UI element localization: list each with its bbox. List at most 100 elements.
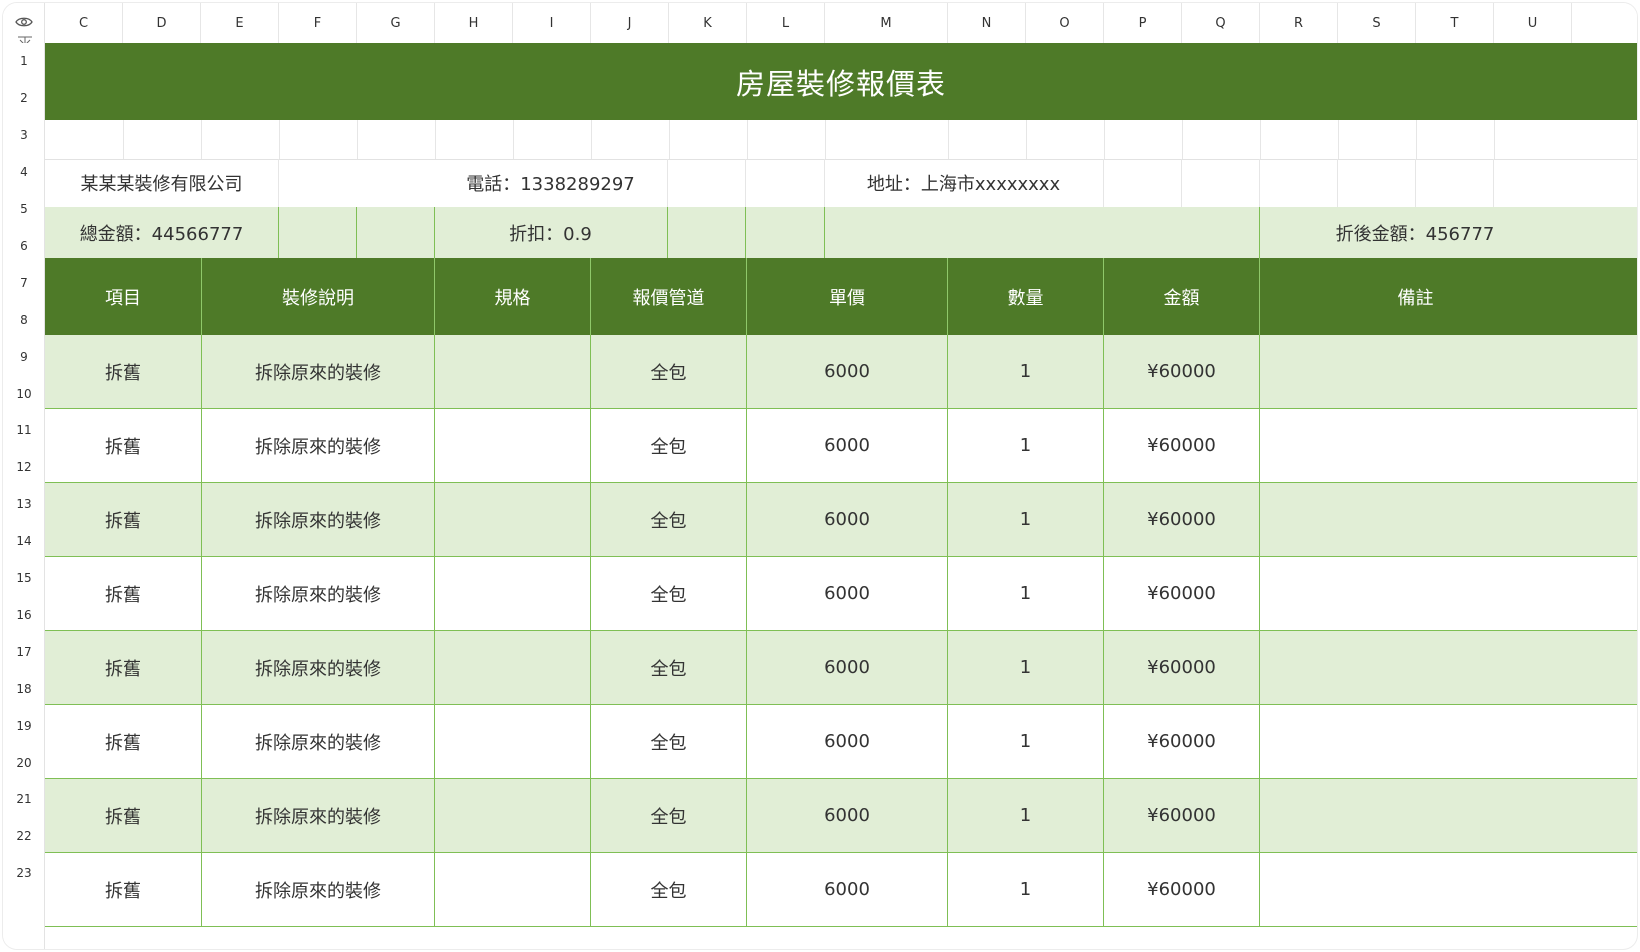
empty-row[interactable] (45, 120, 1637, 160)
description-cell[interactable]: 拆除原來的裝修 (201, 409, 434, 482)
channel-cell[interactable]: 全包 (590, 705, 746, 778)
column-header-n[interactable]: N (948, 3, 1026, 43)
channel-cell[interactable]: 全包 (590, 631, 746, 704)
column-header-u[interactable]: U (1494, 3, 1572, 43)
amount-cell[interactable]: ¥60000 (1103, 705, 1259, 778)
column-header-h[interactable]: H (435, 3, 513, 43)
amount-cell[interactable]: ¥60000 (1103, 483, 1259, 556)
note-cell[interactable] (1259, 557, 1571, 630)
item-cell[interactable]: 拆舊 (45, 483, 201, 556)
select-all-corner[interactable] (3, 3, 45, 50)
amount-cell[interactable]: ¥60000 (1103, 409, 1259, 482)
quantity-cell[interactable]: 1 (947, 557, 1103, 630)
quantity-cell[interactable]: 1 (947, 483, 1103, 556)
description-cell[interactable]: 拆除原來的裝修 (201, 483, 434, 556)
unit-price-cell[interactable]: 6000 (746, 557, 947, 630)
unit-price-cell[interactable]: 6000 (746, 409, 947, 482)
item-cell[interactable]: 拆舊 (45, 631, 201, 704)
description-cell[interactable]: 拆除原來的裝修 (201, 779, 434, 852)
channel-cell[interactable]: 全包 (590, 557, 746, 630)
note-cell[interactable] (1259, 853, 1571, 926)
row-header-16[interactable]: 16 (3, 597, 45, 634)
column-header-l[interactable]: L (747, 3, 825, 43)
header-amount[interactable]: 金額 (1103, 258, 1259, 335)
unit-price-cell[interactable]: 6000 (746, 779, 947, 852)
address-cell[interactable]: 地址：上海市xxxxxxxx (824, 159, 1103, 207)
quantity-cell[interactable]: 1 (947, 631, 1103, 704)
note-cell[interactable] (1259, 409, 1571, 482)
row-header-11[interactable]: 11 (3, 412, 45, 449)
item-cell[interactable]: 拆舊 (45, 409, 201, 482)
column-header-d[interactable]: D (123, 3, 201, 43)
column-header-c[interactable]: C (45, 3, 123, 43)
company-cell[interactable]: 某某某裝修有限公司 (45, 159, 278, 207)
amount-cell[interactable]: ¥60000 (1103, 557, 1259, 630)
row-header-9[interactable]: 9 (3, 338, 45, 375)
header-note[interactable]: 備註 (1259, 258, 1571, 335)
unit-price-cell[interactable]: 6000 (746, 483, 947, 556)
row-header-10[interactable]: 10 (3, 375, 45, 412)
quantity-cell[interactable]: 1 (947, 853, 1103, 926)
note-cell[interactable] (1259, 335, 1571, 408)
row-header-8[interactable]: 8 (3, 301, 45, 338)
note-cell[interactable] (1259, 705, 1571, 778)
unit-price-cell[interactable]: 6000 (746, 335, 947, 408)
column-header-j[interactable]: J (591, 3, 669, 43)
quantity-cell[interactable]: 1 (947, 705, 1103, 778)
row-header-2[interactable]: 2 (3, 80, 45, 117)
unit-price-cell[interactable]: 6000 (746, 853, 947, 926)
column-header-o[interactable]: O (1026, 3, 1104, 43)
spec-cell[interactable] (434, 705, 590, 778)
row-header-5[interactable]: 5 (3, 191, 45, 228)
row-header-21[interactable]: 21 (3, 781, 45, 818)
header-unit-price[interactable]: 單價 (746, 258, 947, 335)
row-header-14[interactable]: 14 (3, 523, 45, 560)
amount-cell[interactable]: ¥60000 (1103, 853, 1259, 926)
note-cell[interactable] (1259, 779, 1571, 852)
description-cell[interactable]: 拆除原來的裝修 (201, 557, 434, 630)
discount-cell[interactable]: 折扣：0.9 (434, 207, 667, 258)
unit-price-cell[interactable]: 6000 (746, 631, 947, 704)
header-description[interactable]: 裝修說明 (201, 258, 434, 335)
column-header-s[interactable]: S (1338, 3, 1416, 43)
unit-price-cell[interactable]: 6000 (746, 705, 947, 778)
row-header-4[interactable]: 4 (3, 154, 45, 191)
row-header-3[interactable]: 3 (3, 117, 45, 154)
row-header-19[interactable]: 19 (3, 707, 45, 744)
quantity-cell[interactable]: 1 (947, 409, 1103, 482)
channel-cell[interactable]: 全包 (590, 335, 746, 408)
spec-cell[interactable] (434, 853, 590, 926)
item-cell[interactable]: 拆舊 (45, 335, 201, 408)
item-cell[interactable]: 拆舊 (45, 705, 201, 778)
header-spec[interactable]: 規格 (434, 258, 590, 335)
row-header-6[interactable]: 6 (3, 228, 45, 265)
column-header-m[interactable]: M (825, 3, 948, 43)
row-header-17[interactable]: 17 (3, 633, 45, 670)
discounted-total-cell[interactable]: 折後金額：456777 (1259, 207, 1571, 258)
channel-cell[interactable]: 全包 (590, 483, 746, 556)
phone-cell[interactable]: 電話：1338289297 (434, 159, 667, 207)
header-quantity[interactable]: 數量 (947, 258, 1103, 335)
item-cell[interactable]: 拆舊 (45, 557, 201, 630)
row-header-12[interactable]: 12 (3, 449, 45, 486)
row-header-22[interactable]: 22 (3, 818, 45, 855)
column-header-t[interactable]: T (1416, 3, 1494, 43)
column-header-p[interactable]: P (1104, 3, 1182, 43)
row-header-18[interactable]: 18 (3, 670, 45, 707)
quantity-cell[interactable]: 1 (947, 335, 1103, 408)
description-cell[interactable]: 拆除原來的裝修 (201, 705, 434, 778)
spec-cell[interactable] (434, 409, 590, 482)
sheet-title[interactable]: 房屋裝修報價表 (45, 43, 1637, 120)
header-item[interactable]: 項目 (45, 258, 201, 335)
eye-icon[interactable] (15, 16, 33, 28)
column-header-k[interactable]: K (669, 3, 747, 43)
amount-cell[interactable]: ¥60000 (1103, 631, 1259, 704)
note-cell[interactable] (1259, 631, 1571, 704)
header-channel[interactable]: 報價管道 (590, 258, 746, 335)
description-cell[interactable]: 拆除原來的裝修 (201, 853, 434, 926)
channel-cell[interactable]: 全包 (590, 779, 746, 852)
channel-cell[interactable]: 全包 (590, 409, 746, 482)
spec-cell[interactable] (434, 557, 590, 630)
item-cell[interactable]: 拆舊 (45, 853, 201, 926)
channel-cell[interactable]: 全包 (590, 853, 746, 926)
